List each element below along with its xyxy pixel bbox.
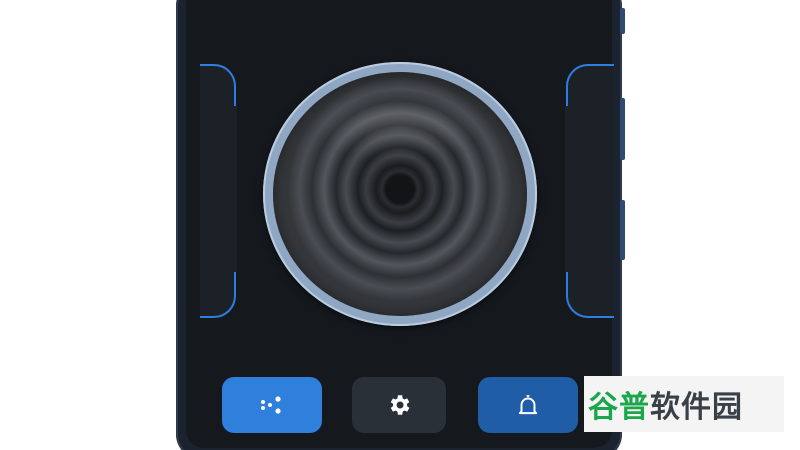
- ripple-rings-icon: [273, 72, 527, 316]
- phone-volume-button: [620, 98, 625, 160]
- watermark-logo: 谷普软件园: [584, 376, 784, 432]
- next-card[interactable]: [565, 64, 614, 318]
- previous-card[interactable]: [200, 64, 237, 318]
- gear-icon: [390, 395, 410, 415]
- apps-dots-icon: [261, 396, 281, 414]
- settings-button[interactable]: [352, 377, 446, 433]
- main-dial-button[interactable]: [263, 62, 537, 326]
- watermark-text-green: 谷普: [588, 390, 650, 425]
- bell-icon: [518, 395, 538, 415]
- phone-side-button: [620, 8, 625, 34]
- phone-power-button: [620, 200, 625, 260]
- watermark-text-dark: 软件园: [650, 390, 743, 425]
- notifications-button[interactable]: [478, 377, 578, 433]
- apps-button[interactable]: [222, 377, 322, 433]
- stage: 谷普软件园: [0, 0, 800, 450]
